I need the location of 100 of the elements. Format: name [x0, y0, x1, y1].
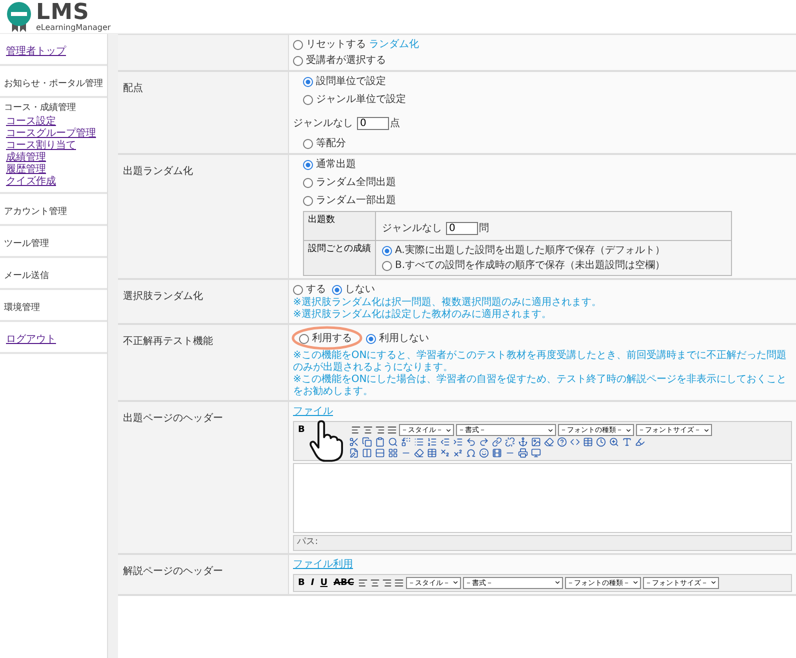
sidebar-heading[interactable]: お知らせ・ポータル管理 [4, 79, 103, 89]
sidebar-link[interactable]: 成績管理 [4, 152, 46, 164]
sidebar-link[interactable]: コースグループ管理 [4, 128, 96, 140]
eraser-icon[interactable] [414, 448, 424, 458]
caret-icon[interactable] [632, 579, 639, 586]
copy-icon[interactable] [362, 437, 372, 447]
path-label: パス: [293, 535, 792, 550]
option-label: ランダム全問出題 [316, 176, 396, 190]
film-icon[interactable] [492, 448, 502, 458]
radio-button[interactable] [299, 334, 309, 344]
omega-icon[interactable] [466, 448, 476, 458]
radio-button[interactable] [303, 138, 313, 148]
sidebar-link[interactable]: クイズ作成 [4, 176, 56, 188]
radio-button[interactable] [303, 76, 313, 86]
rows-icon[interactable] [375, 448, 385, 458]
numbered-list-icon[interactable] [427, 437, 437, 447]
sidebar-link[interactable]: 管理者トップ [6, 46, 66, 57]
subscript-icon[interactable] [440, 448, 450, 458]
logo-title: LMS [36, 2, 90, 24]
radio-button[interactable] [303, 160, 313, 170]
radio-button[interactable] [366, 334, 376, 344]
align-left-icon[interactable] [350, 425, 361, 435]
outdent-icon[interactable] [440, 437, 450, 447]
radio-button[interactable] [293, 284, 303, 294]
underline-button[interactable]: U [318, 576, 330, 588]
undo-icon[interactable] [466, 437, 476, 447]
superscript-icon[interactable] [453, 448, 463, 458]
link-icon[interactable] [492, 437, 502, 447]
sidebar-link[interactable]: コース割り当て [4, 140, 76, 152]
number-field[interactable]: 0 [357, 117, 389, 130]
caret-icon[interactable] [452, 579, 459, 586]
sidebar-link[interactable]: 履歴管理 [4, 164, 46, 176]
align-center-icon[interactable] [370, 578, 380, 588]
caret-icon[interactable] [444, 426, 452, 434]
unlink-icon[interactable] [505, 437, 515, 447]
radio-button[interactable] [303, 178, 313, 188]
sidebar-heading[interactable]: 環境管理 [4, 302, 40, 312]
option-label: 通常出題 [316, 158, 356, 172]
option-label: リセットする [306, 38, 366, 52]
sidebar-heading[interactable]: アカウント管理 [4, 206, 67, 216]
eraser-icon[interactable] [544, 437, 554, 447]
redo-icon[interactable] [479, 437, 489, 447]
columns-icon[interactable] [362, 448, 372, 458]
caret-icon[interactable] [624, 426, 632, 434]
caret-icon[interactable] [546, 426, 554, 434]
setting-label: 不正解再テスト機能 [123, 336, 213, 347]
help-icon[interactable] [557, 437, 567, 447]
search-icon[interactable] [388, 437, 398, 447]
strikethrough-button[interactable]: ABC [332, 576, 356, 588]
option-label: 受講者が選択する [306, 54, 386, 68]
radio-button[interactable] [303, 196, 313, 206]
align-justify-icon[interactable] [394, 578, 404, 588]
italic-button[interactable]: I [308, 576, 316, 588]
radio-button[interactable] [382, 246, 392, 256]
print-icon[interactable] [518, 448, 528, 458]
setting-label: 解説ページのヘッダー [123, 566, 223, 576]
caret-icon[interactable] [710, 579, 717, 586]
highlight-icon[interactable] [635, 437, 645, 447]
vertical-scrollbar[interactable] [108, 34, 118, 658]
align-right-icon[interactable] [382, 578, 392, 588]
edit-icon[interactable] [349, 448, 359, 458]
paste-icon[interactable] [375, 437, 385, 447]
anchor-icon[interactable] [518, 437, 528, 447]
sidebar-heading[interactable]: メール送信 [4, 270, 49, 280]
align-justify-icon[interactable] [386, 425, 397, 435]
table-icon[interactable] [583, 437, 593, 447]
indent-icon[interactable] [453, 437, 463, 447]
clock-icon[interactable] [596, 437, 606, 447]
number-field[interactable]: 0 [446, 222, 478, 235]
monitor-icon[interactable] [531, 448, 541, 458]
smiley-icon[interactable] [479, 448, 489, 458]
sidebar-heading[interactable]: ツール管理 [4, 238, 49, 248]
sidebar-link[interactable]: ログアウト [6, 334, 56, 344]
table-cell: 設問ごとの成績 [304, 241, 376, 275]
sidebar-link[interactable]: コース設定 [4, 116, 56, 128]
text-color-icon[interactable] [622, 437, 632, 447]
radio-button[interactable] [382, 260, 392, 270]
radio-button[interactable] [293, 40, 303, 50]
align-center-icon[interactable] [362, 425, 373, 435]
field-label: ジャンルなし [293, 117, 353, 131]
caret-icon[interactable] [554, 579, 561, 586]
setting-label: 選択肢ランダム化 [123, 291, 203, 302]
bold-button[interactable]: B [296, 576, 307, 588]
radio-button[interactable] [332, 284, 342, 294]
table-icon[interactable] [427, 448, 437, 458]
code-icon[interactable] [570, 437, 580, 447]
grid-icon[interactable] [388, 448, 398, 458]
radio-button[interactable] [303, 94, 313, 104]
replace-icon[interactable] [401, 437, 411, 447]
align-left-icon[interactable] [358, 578, 368, 588]
bold-button[interactable]: B [296, 424, 307, 436]
caret-icon[interactable] [702, 426, 710, 434]
radio-button[interactable] [293, 56, 303, 66]
option-label: ランダム一部出題 [316, 194, 396, 208]
cut-icon[interactable] [349, 437, 359, 447]
align-right-icon[interactable] [374, 425, 385, 435]
bullet-list-icon[interactable] [414, 437, 424, 447]
note-text: ※この機能をONにした場合は、学習者の自習を促すため、テスト終了時の解説ページを非表示にしておくことをお勧めします。 [293, 374, 788, 398]
zoom-icon[interactable] [609, 437, 619, 447]
image-icon[interactable] [531, 437, 541, 447]
